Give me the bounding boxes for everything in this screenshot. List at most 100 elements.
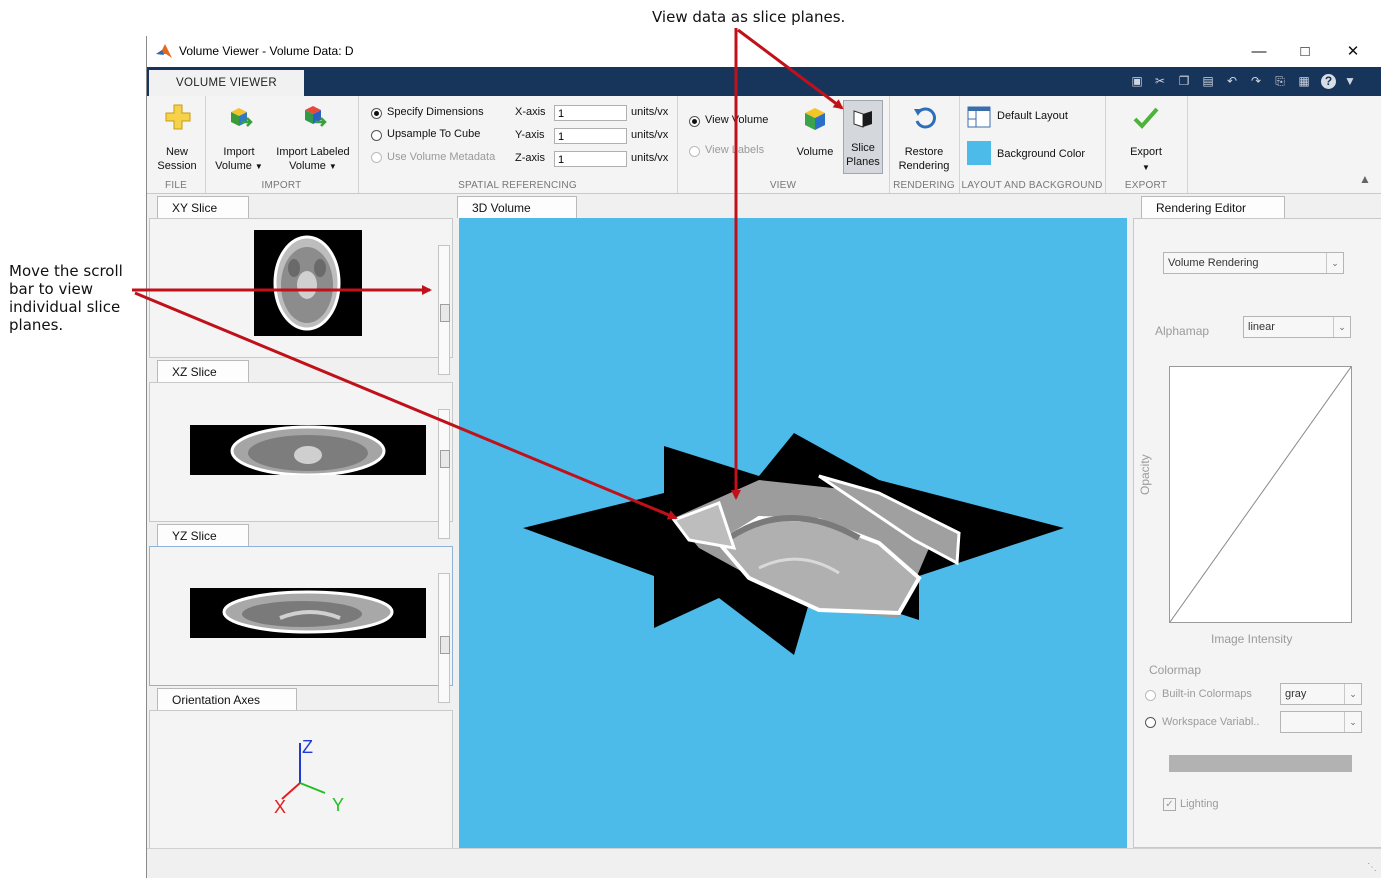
collapse-ribbon-icon[interactable]: ▲	[1359, 172, 1371, 186]
z-axis-input[interactable]: 1	[554, 151, 627, 167]
use-metadata-radio[interactable]	[371, 152, 382, 163]
upsample-label: Upsample To Cube	[387, 128, 481, 140]
builtin-colormaps-label: Built-in Colormaps	[1162, 688, 1252, 700]
alphamap-curve[interactable]	[1169, 366, 1352, 623]
matlab-logo-icon	[156, 44, 172, 58]
import-volume-button[interactable]: Import Volume ▼	[209, 102, 269, 174]
group-label-import: IMPORT	[261, 180, 302, 191]
builtin-colormaps-radio[interactable]	[1145, 690, 1156, 701]
help-icon[interactable]: ?	[1321, 74, 1336, 89]
restore-icon	[914, 107, 936, 129]
alphamap-line	[1170, 367, 1351, 622]
paste-icon[interactable]: ▤	[1201, 74, 1215, 88]
view-volume-radio[interactable]	[689, 116, 700, 127]
tab-orientation-axes[interactable]: Orientation Axes	[157, 688, 297, 710]
new-session-label: Session	[157, 160, 197, 172]
import-volume-label: Import	[223, 146, 255, 158]
background-color-swatch	[967, 141, 991, 165]
specify-dimensions-label: Specify Dimensions	[387, 106, 484, 118]
callout-scroll-bar: Move the scroll bar to view individual s…	[9, 262, 149, 334]
export-label: Export	[1130, 146, 1162, 158]
background-color-label: Background Color	[997, 148, 1086, 160]
minimize-button[interactable]: —	[1236, 38, 1282, 66]
group-file: New Session FILE	[147, 96, 206, 193]
resize-grip-icon[interactable]: ⋱	[1367, 862, 1377, 873]
options-icon[interactable]: ▼	[1343, 74, 1357, 88]
alphamap-value: linear	[1248, 321, 1275, 333]
close-button[interactable]: ✕	[1330, 38, 1376, 66]
alphamap-label: Alphamap	[1155, 324, 1210, 338]
tab-xy-slice[interactable]: XY Slice	[157, 196, 249, 218]
workspace-variable-radio[interactable]	[1145, 717, 1156, 728]
redo-icon[interactable]: ↷	[1249, 74, 1263, 88]
lighting-checkbox[interactable]: ✓	[1163, 798, 1176, 811]
callout-line: bar to view	[9, 280, 94, 298]
tab-volume-viewer[interactable]: VOLUME VIEWER	[149, 70, 304, 96]
group-label-layout: LAYOUT AND BACKGROUND	[961, 180, 1103, 191]
xz-scrollbar[interactable]	[438, 409, 450, 539]
upsample-radio[interactable]	[371, 130, 382, 141]
callout-slice-planes: View data as slice planes.	[652, 8, 846, 26]
new-session-button[interactable]: New Session	[151, 102, 203, 174]
import-labeled-label: Volume	[289, 160, 326, 172]
new-plus-icon	[165, 104, 191, 130]
xz-scrollbar-thumb[interactable]	[440, 450, 450, 468]
y-axis-input[interactable]: 1	[554, 128, 627, 144]
volume-button[interactable]: Volume	[789, 102, 841, 174]
background-color-button[interactable]: Background Color	[965, 140, 1101, 168]
group-label-export: EXPORT	[1124, 180, 1168, 191]
renderer-select[interactable]: Volume Rendering ⌄	[1163, 252, 1344, 274]
yz-scrollbar[interactable]	[438, 573, 450, 703]
group-label-spatial: SPATIAL REFERENCING	[458, 180, 577, 191]
alphamap-select[interactable]: linear ⌄	[1243, 316, 1351, 338]
new-session-label: New	[165, 146, 188, 158]
group-rendering: Restore Rendering RENDERING	[889, 96, 960, 193]
workspace-variable-select[interactable]: ⌄	[1280, 711, 1362, 733]
colormap-preview-bar	[1169, 755, 1352, 772]
tab-yz-slice[interactable]: YZ Slice	[157, 524, 249, 546]
layout-grid-icon	[967, 106, 991, 128]
dropdown-arrow-icon: ▼	[1142, 163, 1150, 172]
slice-planes-icon	[853, 110, 872, 128]
status-bar	[147, 848, 1381, 878]
xy-scrollbar-thumb[interactable]	[440, 304, 450, 322]
slice-planes-label: Planes	[846, 156, 880, 168]
cut-icon[interactable]: ✂	[1153, 74, 1167, 88]
dropdown-arrow-icon: ▼	[328, 162, 337, 171]
tab-rendering-editor[interactable]: Rendering Editor	[1141, 196, 1285, 218]
renderer-value: Volume Rendering	[1168, 257, 1259, 269]
tab-3d-volume[interactable]: 3D Volume	[457, 196, 577, 218]
y-axis-label: Y-axis	[515, 129, 545, 141]
group-import: Import Volume ▼ Import Labeled Volume ▼ …	[205, 96, 359, 193]
x-axis-input[interactable]: 1	[554, 105, 627, 121]
tab-xz-slice[interactable]: XZ Slice	[157, 360, 249, 382]
import-volume-icon	[231, 108, 253, 127]
xy-scrollbar[interactable]	[438, 245, 450, 375]
save-icon[interactable]: ▣	[1130, 74, 1144, 88]
view-labels-radio[interactable]	[689, 146, 700, 157]
import-labeled-label: Import Labeled	[276, 146, 350, 158]
slice-planes-button[interactable]: Slice Planes	[843, 100, 883, 174]
y-units-label: units/vx	[631, 129, 669, 141]
group-spatial-referencing: Specify Dimensions Upsample To Cube Use …	[358, 96, 678, 193]
yz-scrollbar-thumb[interactable]	[440, 636, 450, 654]
print-icon[interactable]: ⎘	[1273, 74, 1287, 88]
3d-volume-view[interactable]	[459, 218, 1127, 848]
import-labeled-volume-button[interactable]: Import Labeled Volume ▼	[271, 102, 355, 174]
slice-planes-render	[523, 433, 1064, 655]
maximize-button[interactable]: □	[1282, 38, 1328, 66]
copy-icon[interactable]: ❐	[1177, 74, 1191, 88]
restore-rendering-button[interactable]: Restore Rendering	[893, 102, 955, 174]
view-labels-label: View Labels	[705, 144, 765, 156]
layout-icon[interactable]: ▦	[1297, 74, 1311, 88]
slice-planes-label: Slice	[851, 142, 875, 154]
ribbon: New Session FILE Import Volume ▼ Import …	[147, 96, 1381, 194]
default-layout-button[interactable]: Default Layout	[965, 104, 1101, 130]
specify-dimensions-radio[interactable]	[371, 108, 382, 119]
undo-icon[interactable]: ↶	[1225, 74, 1239, 88]
export-button[interactable]: Export ▼	[1115, 102, 1177, 174]
rendering-editor-panel: Volume Rendering ⌄ Alphamap linear ⌄ Opa…	[1133, 218, 1381, 848]
group-label-rendering: RENDERING	[893, 180, 955, 191]
builtin-colormap-select[interactable]: gray ⌄	[1280, 683, 1362, 705]
x-axis-label: X-axis	[515, 106, 546, 118]
